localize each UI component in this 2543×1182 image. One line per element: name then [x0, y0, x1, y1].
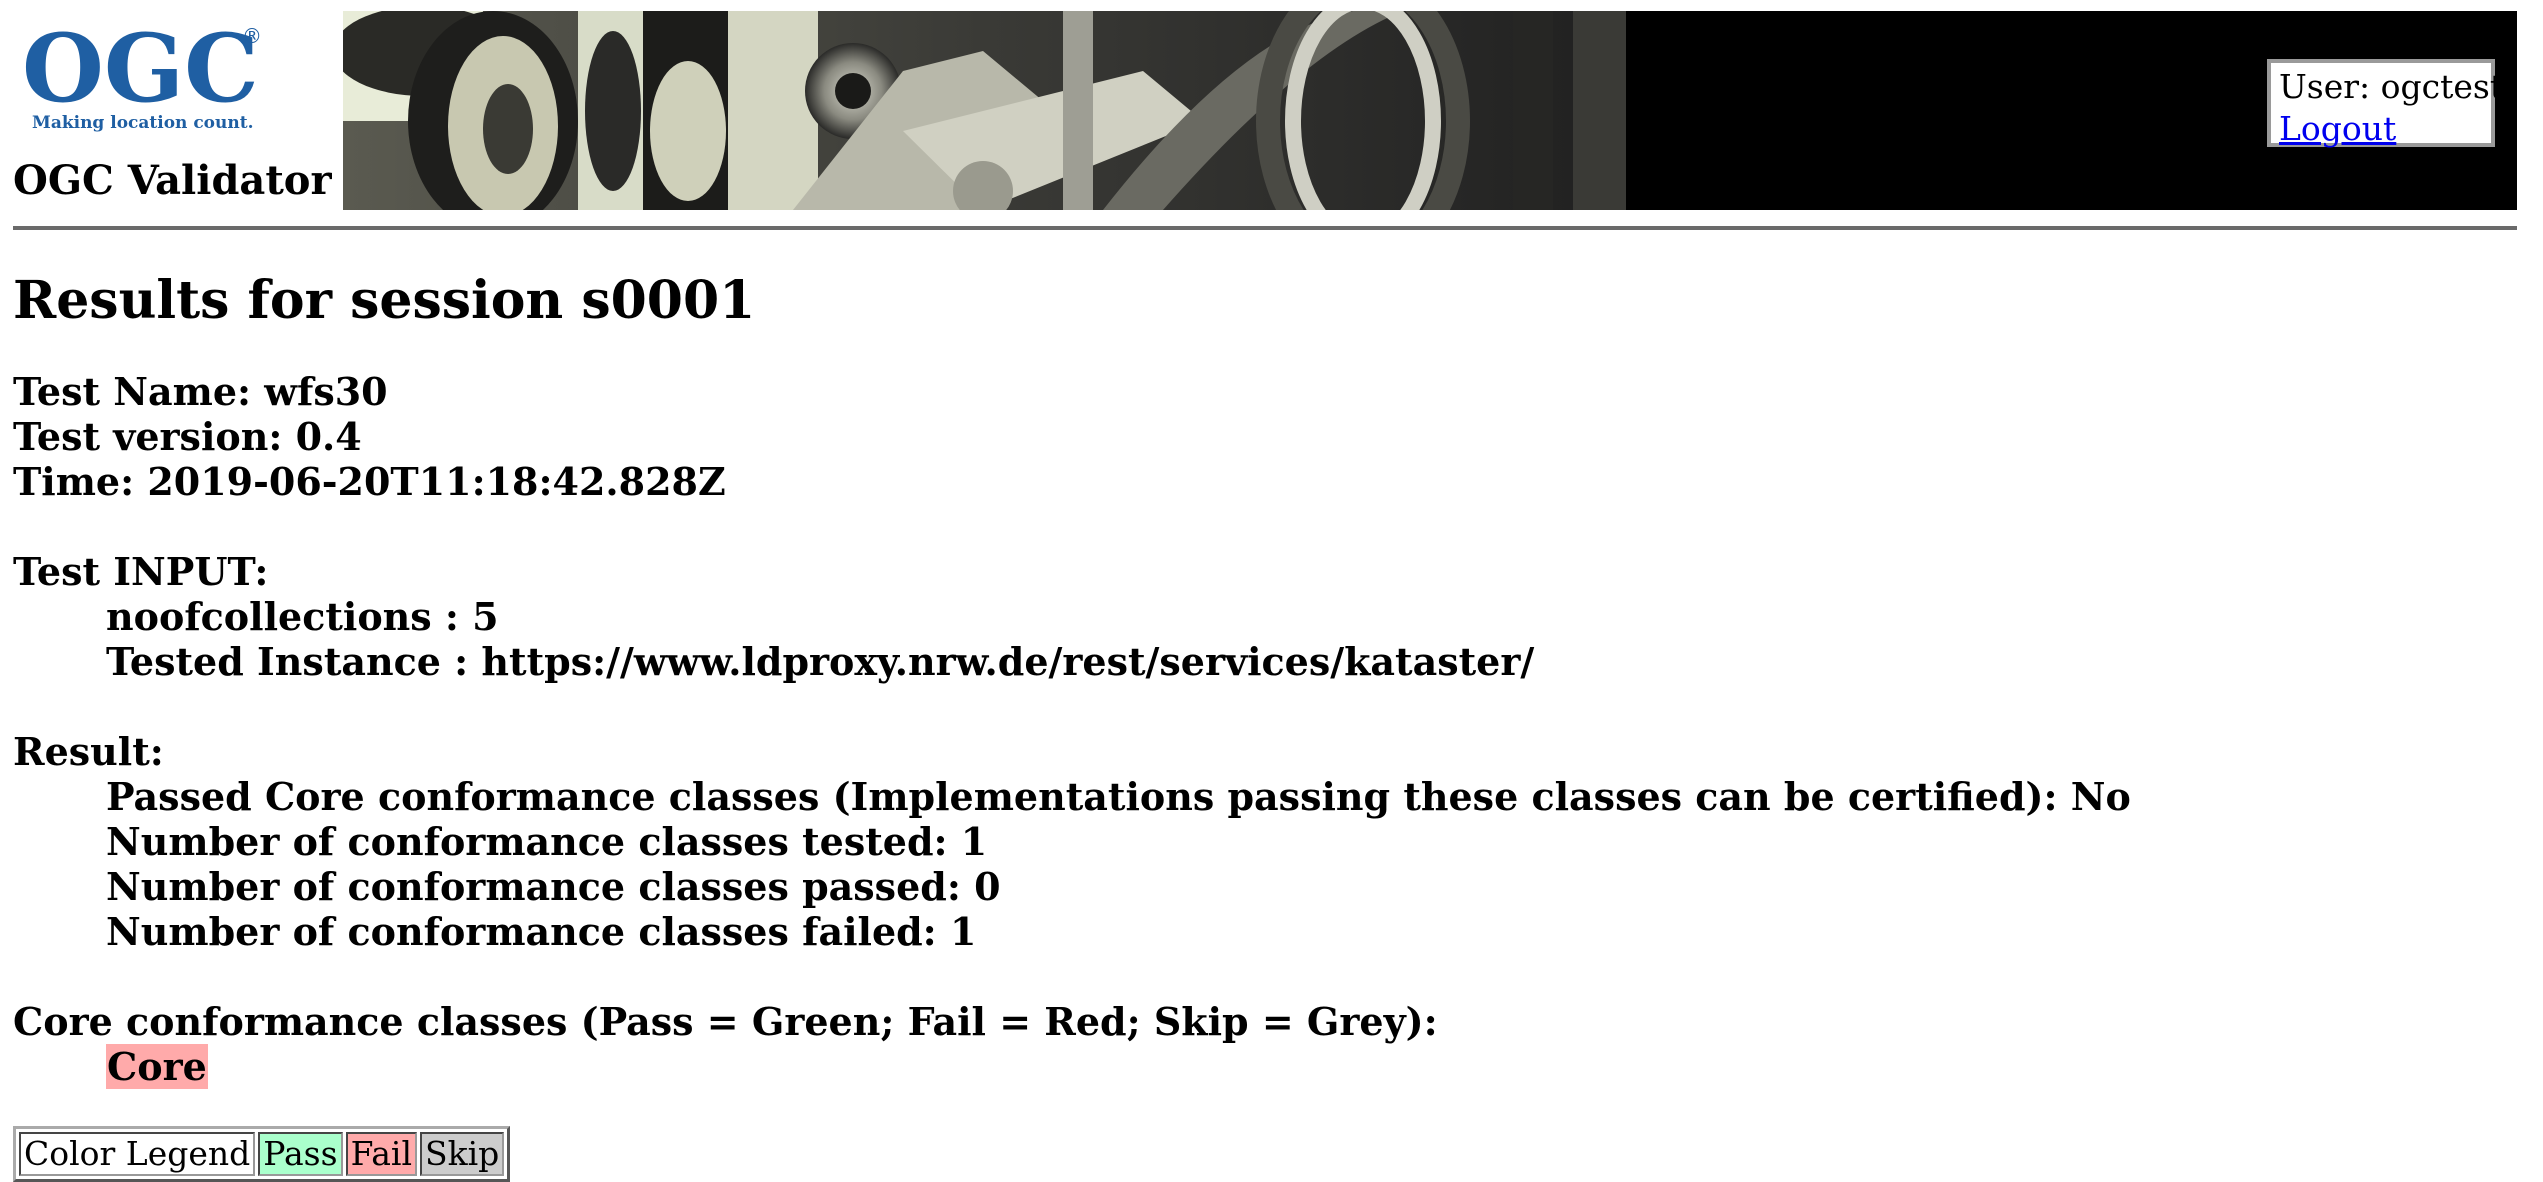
- legend-pass: Pass: [258, 1132, 343, 1176]
- logout-link[interactable]: Logout: [2279, 109, 2396, 148]
- header-banner: OGC ® Making location count. OGC Validat…: [13, 11, 2517, 210]
- test-time: Time: 2019-06-20T11:18:42.828Z: [13, 459, 726, 504]
- core-classes-heading: Core conformance classes (Pass = Green; …: [13, 999, 1438, 1044]
- input-item: Tested Instance : https://www.ldproxy.nr…: [106, 639, 1535, 684]
- banner-photo: [343, 11, 1626, 210]
- test-name: Test Name: wfs30: [13, 369, 388, 414]
- legend-fail: Fail: [345, 1132, 418, 1176]
- result-heading: Result:: [13, 729, 164, 774]
- results-report: Test Name: wfs30 Test version: 0.4 Time:…: [13, 369, 2131, 1089]
- core-class-badge-fail[interactable]: Core: [106, 1044, 208, 1089]
- core-class-item: Core: [13, 1044, 2131, 1089]
- header-divider: [13, 226, 2517, 230]
- logo-text: OGC: [22, 14, 259, 124]
- legend-title: Color Legend: [19, 1132, 256, 1176]
- user-label: User: ogctest: [2279, 67, 2504, 106]
- result-item: Number of conformance classes tested: 1: [106, 819, 988, 864]
- user-box: User: ogctest Logout: [2267, 59, 2504, 148]
- logo-tagline: Making location count.: [32, 113, 254, 133]
- result-item: Number of conformance classes failed: 1: [106, 909, 977, 954]
- legend-skip: Skip: [420, 1132, 505, 1176]
- test-version: Test version: 0.4: [13, 414, 362, 459]
- logo-registered-mark: ®: [242, 24, 262, 48]
- color-legend: Color Legend Pass Fail Skip: [13, 1126, 511, 1182]
- locomotive-wheel-photo: [343, 11, 1626, 210]
- site-title: OGC Validator: [13, 157, 332, 204]
- input-item: noofcollections : 5: [106, 594, 499, 639]
- result-item: Passed Core conformance classes (Impleme…: [106, 774, 2131, 819]
- page-title: Results for session s0001: [13, 270, 756, 331]
- result-item: Number of conformance classes passed: 0: [106, 864, 1001, 909]
- test-input-heading: Test INPUT:: [13, 549, 269, 594]
- ogc-logo: OGC ® Making location count.: [22, 14, 262, 133]
